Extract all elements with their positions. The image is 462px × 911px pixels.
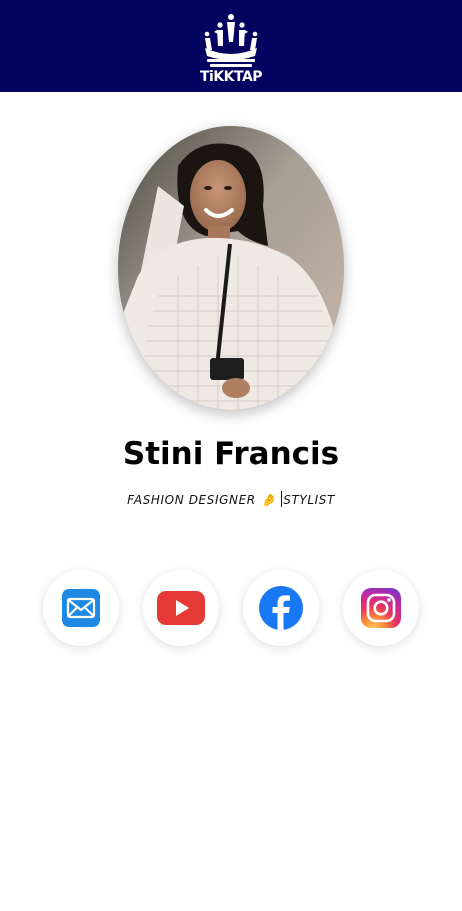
- youtube-icon: [157, 591, 205, 625]
- profile-name: Stini Francis: [122, 436, 340, 472]
- profile-role: FASHION DESIGNER 🤌 STYLIST: [0, 490, 462, 510]
- role-primary: FASHION DESIGNER: [127, 493, 256, 507]
- facebook-button[interactable]: [243, 570, 319, 646]
- brand-logo[interactable]: TiKKTAP: [197, 12, 265, 88]
- brand-name: TiKKTAP: [199, 69, 263, 85]
- email-button[interactable]: [43, 570, 119, 646]
- header-bar: TiKKTAP: [0, 0, 462, 92]
- social-links: [0, 570, 462, 648]
- avatar: [118, 126, 344, 410]
- role-secondary: STYLIST: [283, 493, 335, 507]
- facebook-icon: [259, 586, 303, 630]
- youtube-button[interactable]: [143, 570, 219, 646]
- email-icon: [62, 589, 100, 627]
- profile-photo: [118, 126, 344, 410]
- instagram-button[interactable]: [343, 570, 419, 646]
- crown-logo-icon: [204, 14, 258, 67]
- pinched-fingers-emoji: 🤌: [261, 493, 278, 507]
- instagram-icon: [361, 588, 401, 628]
